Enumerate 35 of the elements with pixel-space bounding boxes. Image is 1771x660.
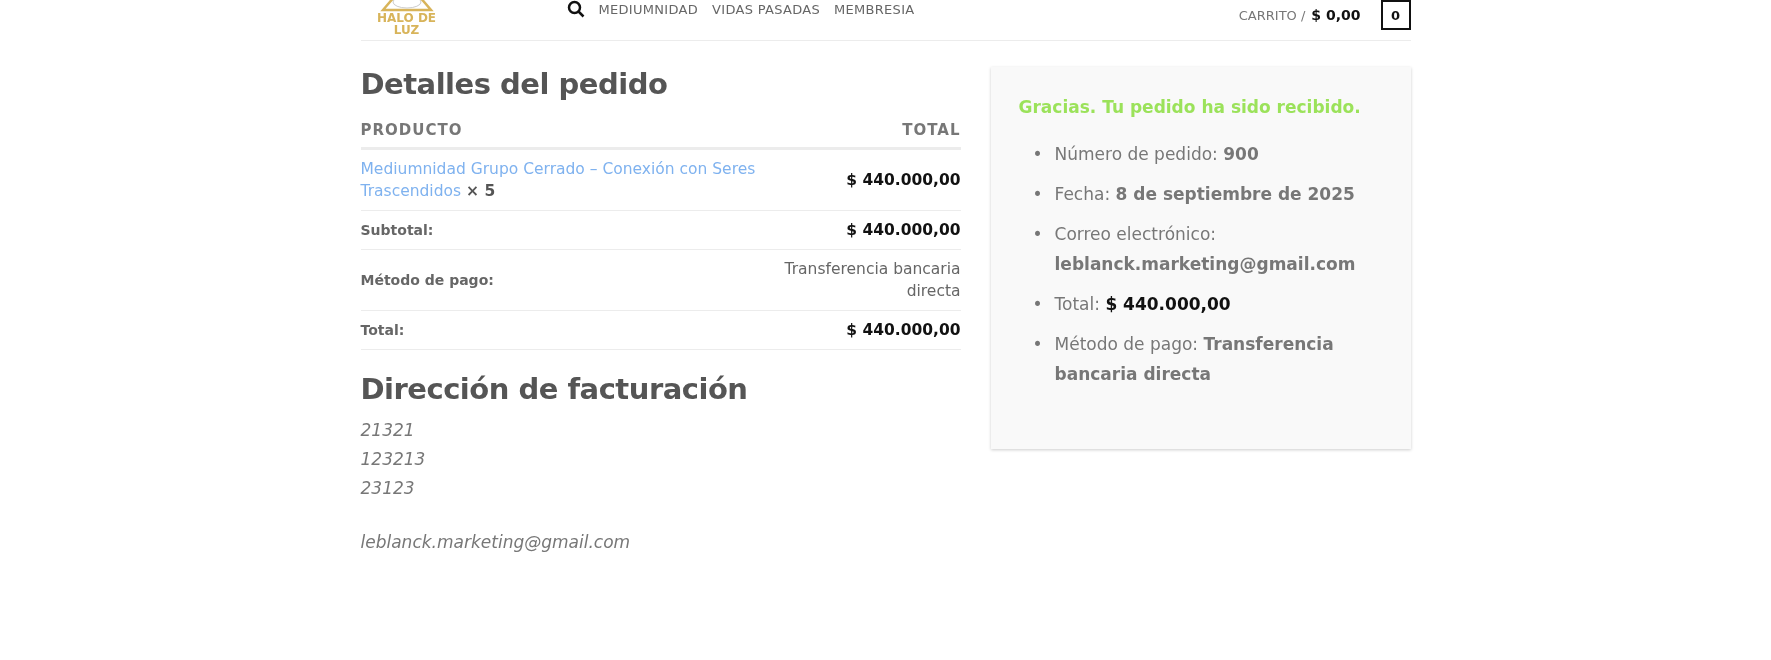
nav-link[interactable]: MEMBRESIA: [833, 1, 915, 17]
bullet-icon: •: [1032, 329, 1043, 359]
summary-item: Correo electrónico: leblanck.marketing@gmail.com: [1054, 223, 1357, 276]
address-line: 21321: [360, 419, 416, 442]
row-value: Transferencia bancaria directa: [783, 259, 961, 302]
summary-item: Total: $ 440.000,00: [1054, 293, 1231, 316]
column-header: TOTAL: [902, 121, 961, 139]
address-line: 23123: [360, 477, 416, 500]
summary-item: Método de pago: Transferencia bancaria directa: [1054, 333, 1335, 386]
logo-text: HALO DE LUZ: [376, 12, 437, 36]
cart-amount: $ 0,00: [1311, 7, 1361, 23]
column-header: PRODUCTO: [360, 121, 463, 139]
nav-link[interactable]: VIDAS PASADAS: [712, 1, 820, 17]
product-name[interactable]: Mediumnidad Grupo Cerrado – Conexión con Seres Trascendidos × 5: [360, 158, 761, 202]
bullet-icon: •: [1032, 179, 1043, 209]
address-line: 123213: [360, 448, 427, 471]
row-value: $ 440.000,00: [846, 221, 961, 239]
row-label: Total:: [360, 322, 405, 338]
cart-count[interactable]: 0: [1380, 0, 1411, 30]
section-title: Detalles del pedido: [360, 67, 669, 101]
row-label: Método de pago:: [360, 272, 494, 288]
summary-item: Número de pedido: 900: [1054, 143, 1259, 166]
bullet-icon: •: [1032, 139, 1043, 169]
row-label: Subtotal:: [360, 222, 434, 238]
bullet-icon: •: [1032, 289, 1043, 319]
search-icon[interactable]: [566, 0, 585, 18]
nav-link[interactable]: MEDIUMNIDAD: [598, 1, 699, 17]
product-total: $ 440.000,00: [846, 171, 961, 189]
cart-link[interactable]: CARRITO /: [1238, 7, 1306, 23]
row-value: $ 440.000,00: [846, 321, 961, 339]
summary-item: Fecha: 8 de septiembre de 2025: [1054, 183, 1355, 206]
billing-email: leblanck.marketing@gmail.com: [360, 531, 632, 554]
bullet-icon: •: [1032, 219, 1043, 249]
section-title: Dirección de facturación: [360, 372, 749, 406]
thank-you-message: Gracias. Tu pedido ha sido recibido.: [1018, 97, 1362, 117]
